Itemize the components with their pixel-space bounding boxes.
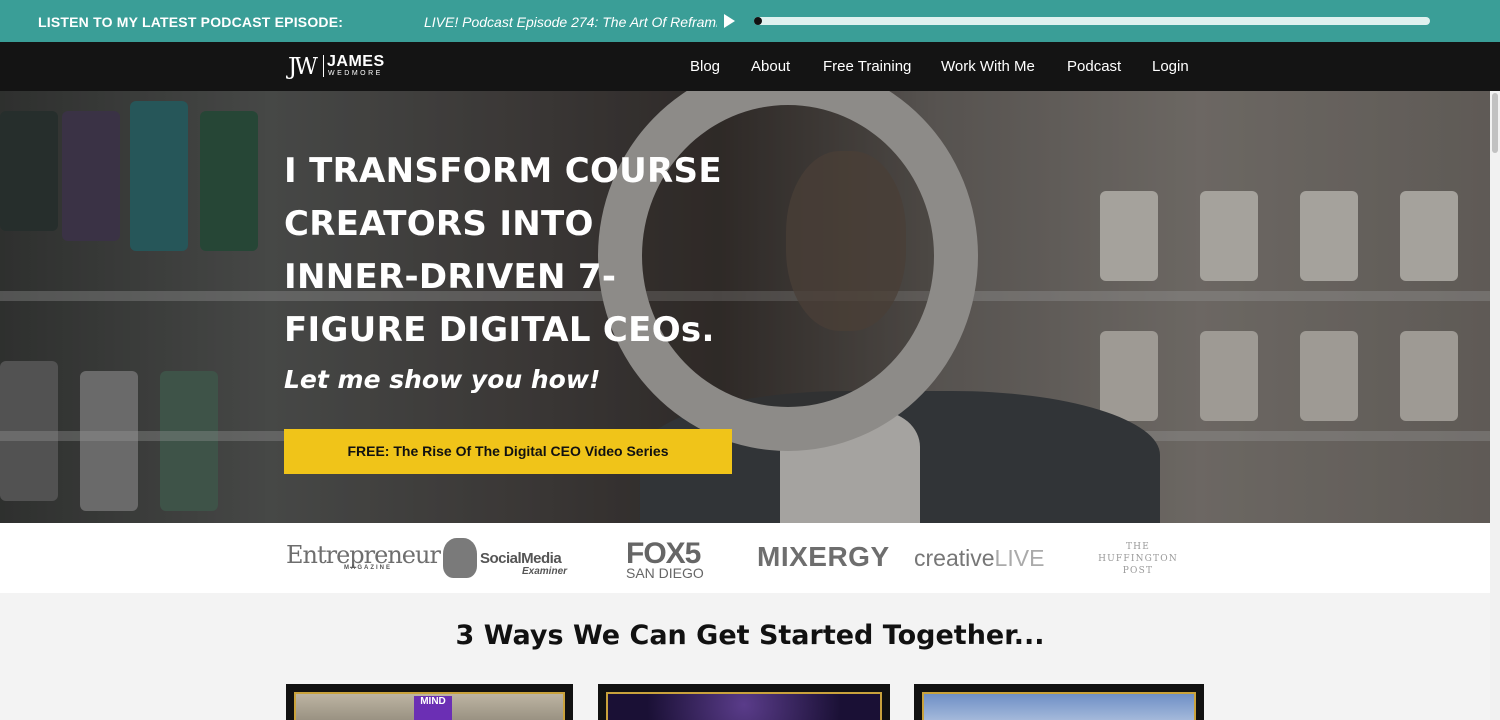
creativelive-logo-main: creative	[914, 545, 995, 571]
offer-card-1-book: MIND	[414, 696, 452, 720]
offer-card-2[interactable]	[598, 684, 890, 720]
main-nav: JW JAMES WEDMORE Blog About Free Trainin…	[0, 42, 1500, 91]
offer-card-1[interactable]: MIND	[286, 684, 573, 720]
hero-overlay	[0, 91, 1500, 523]
nav-item-blog[interactable]: Blog	[690, 58, 720, 75]
podcast-progress-knob[interactable]	[754, 17, 762, 25]
nav-item-work-with-me[interactable]: Work With Me	[941, 58, 1035, 75]
podcast-progress-track[interactable]	[754, 17, 1430, 25]
nav-item-login[interactable]: Login	[1152, 58, 1189, 75]
hero-tagline: Let me show you how!	[284, 365, 601, 394]
social-media-examiner-logo-sub: Examiner	[522, 566, 568, 577]
logo-sub: WEDMORE	[328, 70, 383, 77]
podcast-bar: LISTEN TO MY LATEST PODCAST EPISODE: LIV…	[0, 0, 1500, 42]
creativelive-logo: creativeLIVE	[914, 545, 1044, 572]
nav-item-free-training[interactable]: Free Training	[823, 58, 911, 75]
podcast-label: LISTEN TO MY LATEST PODCAST EPISODE:	[38, 14, 344, 30]
hero-section: I TRANSFORM COURSE CREATORS INTO INNER-D…	[0, 91, 1500, 523]
nav-item-about[interactable]: About	[751, 58, 790, 75]
offer-card-2-image	[606, 692, 882, 720]
fox5-logo-sub: SAN DIEGO	[626, 565, 704, 581]
social-media-examiner-mascot-icon	[443, 538, 477, 578]
play-icon[interactable]	[724, 14, 735, 28]
logo-divider	[323, 55, 324, 77]
logo-mark: JW	[288, 54, 318, 80]
social-media-examiner-logo: SocialMedia	[480, 550, 562, 567]
mixergy-logo: MIXERGY	[757, 541, 890, 572]
offer-card-3[interactable]	[914, 684, 1204, 720]
entrepreneur-logo-sub: MAGAZINE	[344, 565, 392, 571]
free-video-series-button[interactable]: FREE: The Rise Of The Digital CEO Video …	[284, 429, 732, 474]
nav-item-podcast[interactable]: Podcast	[1067, 58, 1121, 75]
creativelive-logo-live: LIVE	[994, 545, 1045, 571]
page-scrollbar[interactable]	[1490, 91, 1500, 720]
podcast-episode-title[interactable]: LIVE! Podcast Episode 274: The Art Of Re…	[424, 14, 717, 30]
logo-name: JAMES	[327, 53, 385, 70]
press-strip: Entrepreneur MAGAZINE SocialMedia Examin…	[0, 523, 1500, 593]
huffington-post-logo: THE HUFFINGTON POST	[1098, 542, 1178, 576]
offer-card-1-image: MIND	[294, 692, 565, 720]
scrollbar-thumb[interactable]	[1492, 93, 1498, 153]
section-title: 3 Ways We Can Get Started Together...	[455, 620, 1045, 651]
offer-card-3-image	[922, 692, 1196, 720]
hero-headline: I TRANSFORM COURSE CREATORS INTO INNER-D…	[284, 151, 722, 350]
